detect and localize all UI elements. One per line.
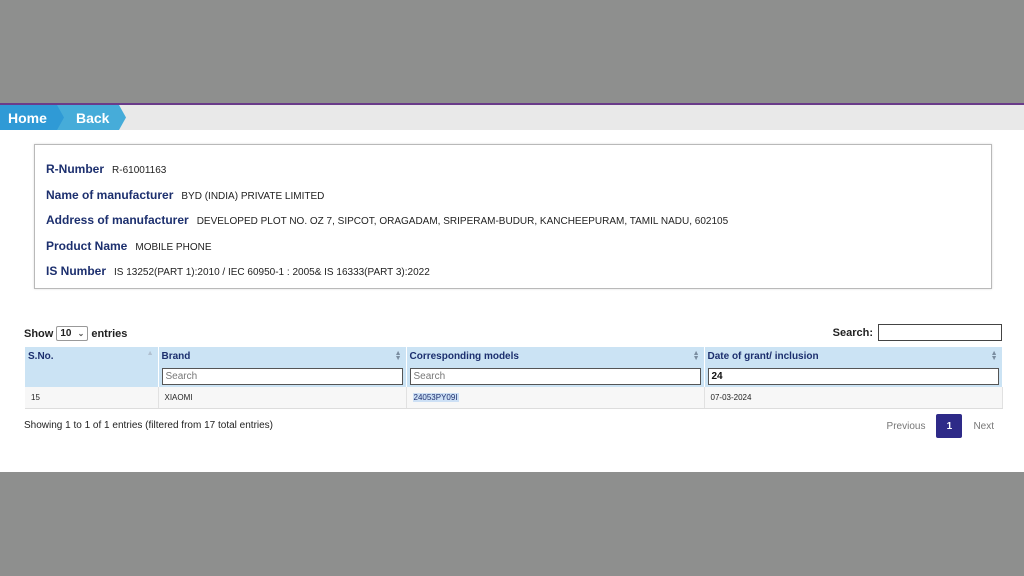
- sort-icon: ▲ ▼: [990, 350, 998, 362]
- filter-cell-empty: [25, 365, 159, 387]
- column-header-sno-label: S.No.: [28, 350, 54, 362]
- is-number-value: IS 13252(PART 1):2010 / IEC 60950-1 : 20…: [114, 267, 430, 278]
- entries-select-value: 10: [60, 328, 72, 339]
- models-filter-placeholder: Search: [413, 370, 446, 382]
- cell-sno: 15: [25, 387, 159, 409]
- results-table: S.No. ▲ Brand ▲ ▼ Corresponding models ▲ ▼ Da…: [25, 347, 1003, 409]
- search-input[interactable]: [878, 324, 1002, 341]
- column-header-models-label: Corresponding models: [409, 350, 519, 362]
- column-header-date-label: Date of grant/ inclusion: [707, 350, 819, 362]
- r-number-row: R-Number R-61001163: [46, 162, 166, 176]
- sort-icon: ▲ ▼: [394, 350, 402, 362]
- table-info-text: Showing 1 to 1 of 1 entries (filtered fr…: [24, 420, 274, 431]
- column-header-brand[interactable]: Brand ▲ ▼: [158, 347, 407, 365]
- cell-model: 24053PY09I: [406, 387, 705, 409]
- is-number-row: IS Number IS 13252(PART 1):2010 / IEC 60…: [46, 264, 430, 278]
- brand-filter-placeholder: Search: [165, 370, 198, 382]
- cell-date: 07-03-2024: [704, 387, 1003, 409]
- filter-cell-brand: Search: [158, 365, 407, 387]
- manufacturer-address-row: Address of manufacturer DEVELOPED PLOT N…: [46, 213, 728, 227]
- column-header-sno[interactable]: S.No. ▲: [25, 347, 159, 365]
- highlighted-model-text: 24053PY09I: [412, 393, 459, 402]
- chevron-down-icon: ⌄: [77, 329, 85, 338]
- global-search: Search:: [833, 324, 1002, 341]
- search-label: Search:: [832, 326, 873, 339]
- table-row: 15 XIAOMI 24053PY09I 07-03-2024: [25, 387, 1003, 409]
- back-button[interactable]: Back: [56, 105, 126, 130]
- product-name-label: Product Name: [46, 239, 128, 253]
- column-header-models[interactable]: Corresponding models ▲ ▼: [406, 347, 705, 365]
- sort-asc-icon: ▲: [146, 350, 154, 357]
- manufacturer-address-value: DEVELOPED PLOT NO. OZ 7, SIPCOT, ORAGADA…: [196, 216, 729, 227]
- manufacturer-name-value: BYD (INDIA) PRIVATE LIMITED: [181, 191, 325, 202]
- registration-details-box: R-Number R-61001163 Name of manufacturer…: [34, 144, 992, 289]
- next-page-button[interactable]: Next: [973, 421, 994, 432]
- page-1-button[interactable]: 1: [936, 414, 963, 438]
- manufacturer-name-row: Name of manufacturer BYD (INDIA) PRIVATE…: [46, 188, 324, 202]
- manufacturer-address-label: Address of manufacturer: [46, 213, 189, 227]
- date-filter-input[interactable]: 24: [707, 367, 999, 385]
- product-name-value: MOBILE PHONE: [135, 242, 212, 253]
- pagination: Previous 1 Next: [887, 414, 994, 438]
- entries-label: entries: [91, 327, 128, 340]
- r-number-value: R-61001163: [112, 165, 167, 176]
- column-header-date[interactable]: Date of grant/ inclusion ▲ ▼: [704, 347, 1003, 365]
- entries-select[interactable]: 10 ⌄: [56, 326, 89, 341]
- is-number-label: IS Number: [46, 264, 107, 278]
- show-label: Show: [24, 327, 54, 340]
- cell-brand: XIAOMI: [158, 387, 407, 409]
- date-filter-value: 24: [711, 370, 723, 382]
- page-container: Home Back R-Number R-61001163 Name of ma…: [0, 103, 1024, 472]
- r-number-label: R-Number: [46, 162, 105, 176]
- home-button[interactable]: Home: [0, 105, 64, 130]
- brand-filter-input[interactable]: Search: [161, 367, 403, 385]
- previous-page-button[interactable]: Previous: [887, 421, 926, 432]
- filter-cell-models: Search: [406, 365, 705, 387]
- models-filter-input[interactable]: Search: [409, 367, 701, 385]
- nav-bar: [0, 105, 1024, 130]
- product-name-row: Product Name MOBILE PHONE: [46, 239, 212, 253]
- sort-icon: ▲ ▼: [692, 350, 700, 362]
- entries-length-control: Show 10 ⌄ entries: [24, 326, 127, 341]
- manufacturer-name-label: Name of manufacturer: [46, 188, 174, 202]
- column-header-brand-label: Brand: [161, 350, 191, 362]
- filter-cell-date: 24: [704, 365, 1003, 387]
